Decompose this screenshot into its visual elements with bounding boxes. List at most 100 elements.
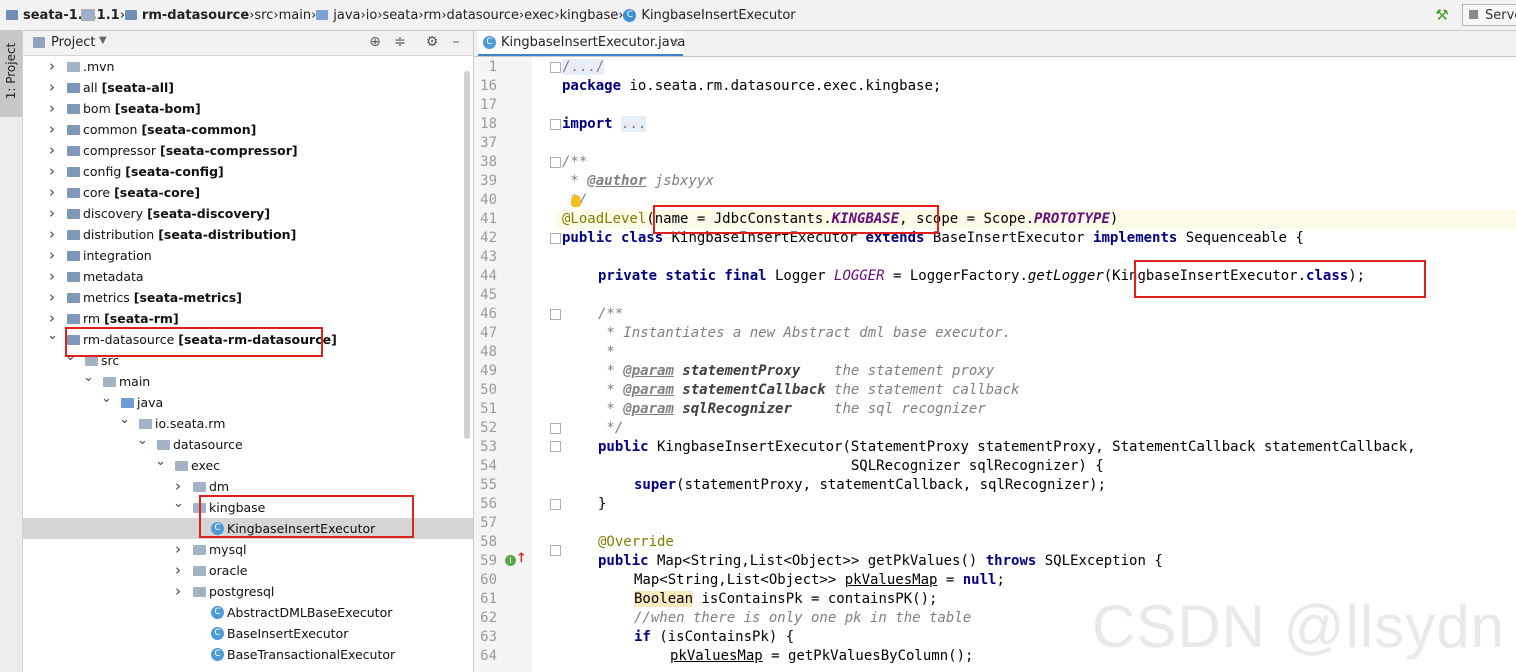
fold-marker-icon[interactable] — [550, 119, 561, 130]
breadcrumb-item[interactable]: seata — [81, 8, 418, 23]
tree-item[interactable]: › discovery [seata-discovery] — [23, 203, 473, 224]
warning-type[interactable]: Boolean — [634, 591, 694, 607]
chevron-down-icon[interactable]: ⌄ — [119, 409, 130, 430]
breadcrumb-item[interactable]: src — [81, 8, 273, 23]
chevron-right-icon[interactable]: › — [47, 266, 57, 287]
fold-marker-icon[interactable] — [550, 441, 561, 452]
tree-item-name: AbstractDMLBaseExecutor — [227, 605, 393, 620]
breadcrumb-item[interactable]: main — [81, 7, 312, 23]
chevron-down-icon[interactable]: ⌄ — [155, 451, 166, 472]
tree-item[interactable]: C BaseTransactionalExecutor — [23, 644, 473, 665]
doc-comment: the sql recognizer — [791, 401, 986, 417]
line-number: 40 — [480, 192, 497, 208]
tree-item[interactable]: › metrics [seata-metrics] — [23, 287, 473, 308]
chevron-right-icon[interactable]: › — [173, 581, 183, 602]
hide-panel-icon[interactable]: – — [447, 33, 465, 51]
variable: pkValuesMap — [844, 572, 938, 588]
breadcrumb-label: main — [278, 7, 312, 23]
code-line-61: Boolean isContainsPk = containsPK(); — [634, 590, 937, 609]
code-line-38: /** — [562, 153, 587, 172]
chevron-right-icon[interactable]: › — [47, 161, 57, 182]
project-tool-tab[interactable]: 1: Project — [0, 31, 22, 117]
fold-marker-icon[interactable] — [550, 423, 561, 434]
folder-icon — [193, 587, 206, 597]
tree-item[interactable]: ⌄ io.seata.rm — [23, 412, 473, 434]
fold-marker-icon[interactable] — [550, 157, 561, 168]
doc-comment: the statement proxy — [800, 363, 995, 379]
tree-item[interactable]: ⌄ java — [23, 391, 473, 413]
tree-item[interactable]: › .mvn — [23, 56, 473, 77]
tree-item[interactable]: › postgresql — [23, 581, 473, 602]
folder-icon — [193, 545, 206, 555]
tree-item[interactable]: › dm — [23, 476, 473, 497]
tree-scrollbar[interactable] — [464, 71, 470, 439]
collapse-all-icon[interactable]: ≑ — [391, 33, 409, 51]
implements-marker-icon[interactable]: I — [505, 555, 516, 566]
folder-icon — [67, 62, 80, 72]
chevron-right-icon[interactable]: › — [173, 560, 183, 581]
tree-item-name: main — [119, 374, 151, 389]
fold-marker-icon[interactable] — [550, 309, 561, 320]
tree-item[interactable]: › common [seata-common] — [23, 119, 473, 140]
chevron-right-icon[interactable]: › — [47, 119, 57, 140]
tree-item[interactable]: › core [seata-core] — [23, 182, 473, 203]
breadcrumb-item[interactable]: seata-1.4.1.1 — [6, 8, 120, 23]
module-icon — [67, 83, 80, 93]
tree-item[interactable]: › metadata — [23, 266, 473, 287]
tree-item[interactable]: ⌄ exec — [23, 454, 473, 476]
chevron-down-icon[interactable]: ⌄ — [137, 430, 148, 451]
breadcrumb-item[interactable]: rm — [81, 8, 441, 23]
fold-marker-icon[interactable] — [550, 233, 561, 244]
chevron-down-icon[interactable]: ⌄ — [173, 493, 184, 514]
breadcrumb-item[interactable]: io — [81, 8, 377, 23]
folded-imports[interactable]: ... — [621, 116, 647, 132]
chevron-down-icon[interactable]: ⌄ — [83, 367, 94, 388]
line-comment: //when there is only one pk in the table — [634, 610, 972, 626]
chevron-right-icon[interactable]: › — [47, 56, 57, 77]
fold-marker-icon[interactable] — [550, 62, 561, 73]
gear-icon[interactable]: ⚙ — [423, 33, 441, 51]
chevron-down-icon[interactable]: ⌄ — [47, 325, 58, 346]
fold-marker-icon[interactable] — [550, 545, 561, 556]
locate-target-icon[interactable]: ⊕ — [366, 33, 384, 51]
line-number: 16 — [480, 78, 497, 94]
tree-item[interactable]: C BaseInsertExecutor — [23, 623, 473, 644]
tree-item[interactable]: › oracle — [23, 560, 473, 581]
tree-item[interactable]: C AbstractDMLBaseExecutor — [23, 602, 473, 623]
override-arrow-icon[interactable]: ↑ — [516, 551, 527, 566]
chevron-right-icon[interactable]: › — [47, 203, 57, 224]
code-area[interactable]: /.../ package io.seata.rm.datasource.exe… — [474, 0, 1516, 672]
chevron-right-icon[interactable]: › — [47, 140, 57, 161]
line-number: 60 — [480, 572, 497, 588]
chevron-right-icon[interactable]: › — [47, 224, 57, 245]
tree-item[interactable]: › all [seata-all] — [23, 77, 473, 98]
folded-header[interactable]: /.../ — [562, 59, 605, 75]
chevron-right-icon[interactable]: › — [47, 245, 57, 266]
tree-item[interactable]: › config [seata-config] — [23, 161, 473, 182]
chevron-right-icon[interactable]: › — [173, 539, 183, 560]
annotation: @LoadLevel — [562, 211, 647, 227]
tree-item[interactable]: › bom [seata-bom] — [23, 98, 473, 119]
tree-item[interactable]: ⌄ datasource — [23, 433, 473, 455]
chevron-right-icon[interactable]: › — [47, 287, 57, 308]
chevron-right-icon[interactable]: › — [47, 98, 57, 119]
chevron-down-icon[interactable]: ⌄ — [101, 388, 112, 409]
tree-item[interactable]: › integration — [23, 245, 473, 266]
tree-item[interactable]: › distribution [seata-distribution] — [23, 224, 473, 245]
fold-marker-icon[interactable] — [550, 499, 561, 510]
tree-item[interactable]: › rm [seata-rm] — [23, 308, 473, 329]
code-text: = LoggerFactory. — [884, 268, 1028, 284]
chevron-down-icon[interactable]: ▼ — [99, 35, 107, 46]
tree-item[interactable]: ⌄ main — [23, 370, 473, 392]
lightbulb-icon[interactable] — [571, 195, 581, 207]
breadcrumb-item[interactable]: java — [316, 8, 361, 23]
chevron-right-icon[interactable]: › — [47, 182, 57, 203]
tree-item[interactable]: › compressor [seata-compressor] — [23, 140, 473, 161]
module-icon — [67, 293, 80, 303]
breadcrumb-item[interactable]: rm-datasource — [124, 8, 249, 23]
code-line-51: * @param sqlRecognizer the sql recognize… — [598, 400, 986, 419]
chevron-right-icon[interactable]: › — [47, 77, 57, 98]
highlight-kingbase-constant — [653, 205, 939, 234]
project-panel-title[interactable]: Project — [51, 35, 95, 50]
tree-item[interactable]: › mysql — [23, 539, 473, 560]
